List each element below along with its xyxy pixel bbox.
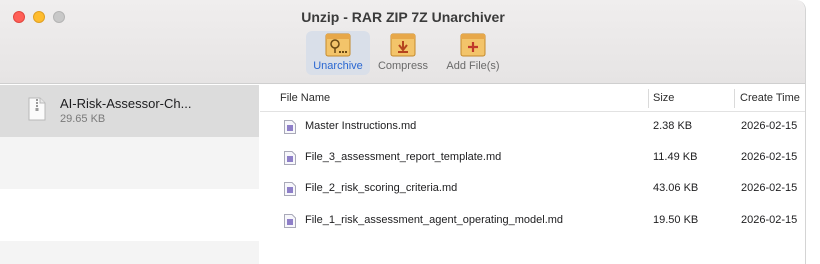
file-row[interactable]: File_2_risk_scoring_criteria.md 43.06 KB… — [260, 174, 805, 205]
file-row[interactable]: File_1_risk_assessment_agent_operating_m… — [260, 206, 805, 237]
markdown-file-icon — [284, 182, 296, 196]
markdown-file-icon — [284, 151, 296, 165]
file-size: 11.49 KB — [653, 151, 698, 163]
file-name: File_1_risk_assessment_agent_operating_m… — [305, 214, 564, 226]
column-header-name[interactable]: File Name — [280, 92, 330, 104]
file-created: 2026-02-15 — [741, 120, 798, 132]
sidebar-empty-row — [0, 189, 259, 241]
app-window: Unzip - RAR ZIP 7Z Unarchiver Unarchive … — [0, 0, 806, 264]
desktop-background — [806, 0, 820, 264]
archive-item[interactable]: AI-Risk-Assessor-Ch... 29.65 KB — [0, 85, 259, 137]
markdown-file-icon — [284, 214, 296, 228]
file-row[interactable]: Master Instructions.md 2.38 KB 2026-02-1… — [260, 112, 805, 143]
column-header-created[interactable]: Create Time — [740, 92, 800, 104]
markdown-file-icon — [284, 120, 296, 134]
file-created: 2026-02-15 — [741, 214, 798, 226]
file-created: 2026-02-15 — [741, 151, 798, 163]
add-files-label: Add File(s) — [446, 60, 500, 72]
archive-name: AI-Risk-Assessor-Ch... — [60, 96, 192, 111]
add-file-icon — [460, 33, 486, 57]
sidebar-empty-row — [0, 241, 259, 264]
file-size: 2.38 KB — [653, 120, 693, 132]
archive-sidebar: AI-Risk-Assessor-Ch... 29.65 KB — [0, 85, 259, 264]
column-header-size[interactable]: Size — [653, 92, 674, 104]
unarchive-icon — [325, 33, 351, 57]
file-name: File_3_assessment_report_template.md — [305, 151, 502, 163]
window-title: Unzip - RAR ZIP 7Z Unarchiver — [301, 9, 505, 25]
title-bar: Unzip - RAR ZIP 7Z Unarchiver Unarchive … — [0, 0, 805, 84]
file-size: 19.50 KB — [653, 214, 699, 226]
column-divider[interactable] — [648, 89, 649, 108]
file-name: File_2_risk_scoring_criteria.md — [305, 182, 458, 194]
compress-button[interactable]: Compress — [373, 31, 433, 75]
column-divider[interactable] — [734, 89, 735, 108]
compress-icon — [390, 33, 416, 57]
compress-label: Compress — [377, 60, 429, 72]
unarchive-button[interactable]: Unarchive — [306, 31, 370, 75]
add-files-button[interactable]: Add File(s) — [440, 31, 506, 75]
archive-size: 29.65 KB — [60, 113, 106, 125]
file-size: 43.06 KB — [653, 182, 699, 194]
file-created: 2026-02-15 — [741, 182, 798, 194]
file-list: File Name Size Create Time Master Instru… — [260, 85, 805, 264]
unarchive-label: Unarchive — [313, 60, 363, 72]
zip-file-icon — [28, 97, 46, 121]
file-row[interactable]: File_3_assessment_report_template.md 11.… — [260, 143, 805, 174]
sidebar-empty-row — [0, 137, 259, 189]
file-name: Master Instructions.md — [305, 120, 417, 132]
file-list-header: File Name Size Create Time — [260, 85, 805, 112]
